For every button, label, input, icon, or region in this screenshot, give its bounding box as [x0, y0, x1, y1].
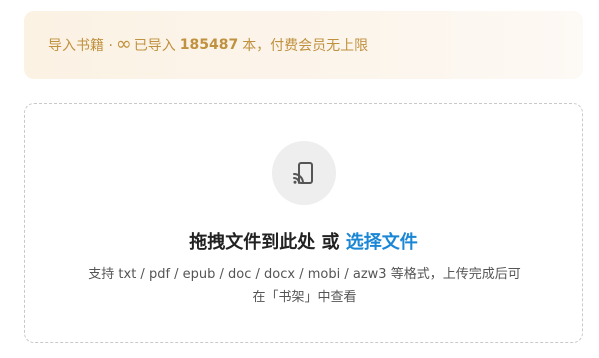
- imported-count: 185487: [179, 37, 239, 53]
- supported-formats-hint: 支持 txt / pdf / epub / doc / docx / mobi …: [45, 263, 564, 309]
- hint-line-1: 支持 txt / pdf / epub / doc / docx / mobi …: [88, 267, 521, 282]
- hint-line-2: 在「书架」中查看: [252, 290, 357, 305]
- banner-prefix: 导入书籍 ·: [48, 38, 113, 54]
- banner-suffix: 本，付费会员无上限: [242, 38, 369, 54]
- select-file-link[interactable]: 选择文件: [346, 232, 418, 253]
- import-quota-banner: 导入书籍 · ∞ 已导入 185487 本，付费会员无上限: [24, 11, 583, 79]
- upload-icon-circle: [272, 141, 336, 205]
- file-dropzone[interactable]: 拖拽文件到此处 或 选择文件 支持 txt / pdf / epub / doc…: [24, 103, 583, 343]
- cast-device-icon: [293, 162, 313, 184]
- banner-imported-label: 已导入: [133, 38, 176, 54]
- drag-here-text: 拖拽文件到此处 或: [189, 232, 346, 253]
- infinity-icon: ∞: [115, 32, 132, 55]
- dropzone-title: 拖拽文件到此处 或 选择文件: [25, 228, 582, 254]
